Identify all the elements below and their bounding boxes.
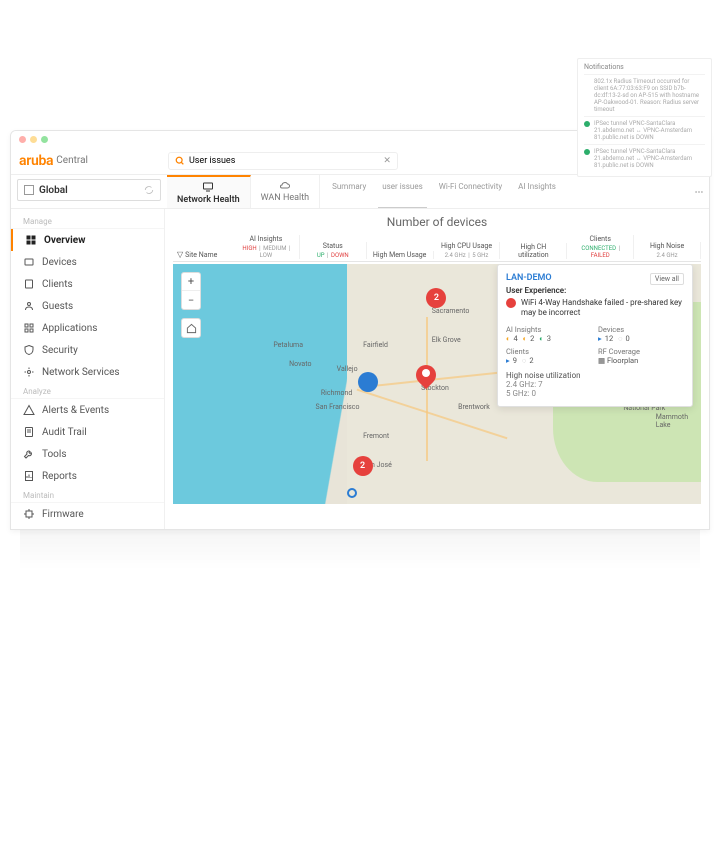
notification-item[interactable]: IPSec tunnel VPNC-SantaClara 21.abdemo.n… — [584, 144, 705, 172]
site-popup: View all LAN-DEMO User Experience: WiFi … — [497, 264, 693, 407]
network-icon — [23, 366, 35, 378]
view-all-button[interactable]: View all — [650, 273, 684, 285]
overview-icon — [25, 234, 37, 246]
sidebar-section-analyze: Analyze — [11, 383, 164, 399]
apps-icon — [23, 322, 35, 334]
sidebar: Manage Overview Devices Clients Guests A… — [11, 209, 165, 529]
map[interactable]: Sacramento Elk Grove San Francisco San J… — [173, 264, 701, 504]
zoom-in-button[interactable]: + — [182, 273, 200, 291]
popup-ux-message: WiFi 4-Way Handshake failed - pre-shared… — [521, 298, 684, 319]
col-mem[interactable]: High Mem Usage — [367, 251, 434, 259]
tools-icon — [23, 448, 35, 460]
table-header: ▽ Site Name AI InsightsHIGH | MEDIUM | L… — [173, 235, 701, 262]
notification-item[interactable]: IPSec tunnel VPNC-SantaClara 21.abdemo.n… — [584, 130, 705, 144]
cloud-icon — [279, 179, 291, 191]
sidebar-item-overview[interactable]: Overview — [11, 229, 164, 251]
tab-network-health[interactable]: Network Health — [167, 175, 251, 208]
col-status[interactable]: StatusUP | DOWN — [300, 242, 367, 259]
sidebar-item-devices[interactable]: Devices — [11, 251, 164, 273]
city-label: Richmond — [321, 389, 352, 397]
search-input-wrap[interactable]: ✕ — [168, 152, 398, 170]
audit-icon — [23, 426, 35, 438]
sidebar-item-guests[interactable]: Guests — [11, 295, 164, 317]
close-icon[interactable] — [19, 136, 26, 143]
subtab-wifi[interactable]: Wi-Fi Connectivity — [435, 180, 506, 208]
home-button[interactable] — [181, 318, 201, 338]
clients-icon — [23, 278, 35, 290]
subtab-summary[interactable]: Summary — [328, 180, 370, 208]
city-label: Fremont — [363, 432, 389, 440]
sidebar-item-network-services[interactable]: Network Services — [11, 361, 164, 383]
alert-icon — [506, 298, 516, 308]
col-clients[interactable]: ClientsCONNECTED | FAILED — [567, 235, 634, 259]
sidebar-item-firmware[interactable]: Firmware — [11, 503, 164, 525]
sidebar-item-clients[interactable]: Clients — [11, 273, 164, 295]
city-label: Elk Grove — [432, 336, 461, 344]
monitor-icon — [202, 181, 214, 193]
popup-ux-label: User Experience: — [506, 286, 684, 295]
brand-suffix: Central — [56, 155, 88, 166]
sidebar-section-maintain: Maintain — [11, 487, 164, 503]
menu-icon[interactable] — [694, 187, 704, 197]
subtab-user-issues[interactable]: user issues — [378, 180, 426, 208]
scope-selector[interactable]: Global — [17, 179, 161, 201]
alert-icon — [23, 404, 35, 416]
city-label: San Francisco — [316, 403, 360, 411]
sidebar-item-applications[interactable]: Applications — [11, 317, 164, 339]
city-label: Vallejo — [337, 365, 358, 373]
map-marker[interactable] — [358, 372, 378, 392]
tab-wan-health[interactable]: WAN Health — [251, 175, 321, 208]
city-label: Mammoth Lake — [656, 413, 696, 429]
home-icon — [186, 323, 197, 334]
sidebar-item-alerts[interactable]: Alerts & Events — [11, 399, 164, 421]
zoom-out-button[interactable]: − — [182, 291, 200, 309]
scope-label: Global — [39, 185, 68, 196]
col-cpu[interactable]: High CPU Usage2.4 GHz | 5 GHz — [434, 242, 501, 259]
sidebar-item-reports[interactable]: Reports — [11, 465, 164, 487]
clear-icon[interactable]: ✕ — [383, 156, 391, 166]
shield-icon — [23, 344, 35, 356]
col-ch[interactable]: High CH utilization — [500, 243, 567, 259]
city-label: Petaluma — [273, 341, 303, 349]
col-ai[interactable]: AI InsightsHIGH | MEDIUM | LOW — [233, 235, 300, 259]
map-pin[interactable] — [416, 365, 436, 385]
sidebar-item-tools[interactable]: Tools — [11, 443, 164, 465]
firmware-icon — [23, 508, 35, 520]
minimize-icon[interactable] — [30, 136, 37, 143]
devices-icon — [23, 256, 35, 268]
reports-icon — [23, 470, 35, 482]
maximize-icon[interactable] — [41, 136, 48, 143]
scope-icon — [24, 185, 34, 195]
sidebar-item-audit[interactable]: Audit Trail — [11, 421, 164, 443]
floorplan-link[interactable]: ▦ Floorplan — [598, 356, 684, 365]
map-marker[interactable]: 2 — [353, 456, 373, 476]
guests-icon — [23, 300, 35, 312]
city-label: Novato — [289, 360, 311, 368]
refresh-icon[interactable] — [144, 185, 154, 195]
city-label: Brentwork — [458, 403, 490, 411]
col-noise[interactable]: High Noise2.4 GHz — [634, 242, 701, 259]
brand-logo: aruba — [19, 153, 53, 169]
subtab-ai[interactable]: AI Insights — [514, 180, 560, 208]
search-input[interactable] — [189, 156, 383, 166]
chart-title: Number of devices — [173, 215, 701, 229]
zoom-controls: + − — [181, 272, 201, 310]
sidebar-item-security[interactable]: Security — [11, 339, 164, 361]
col-site[interactable]: ▽ Site Name — [173, 250, 233, 259]
city-label: Fairfield — [363, 341, 388, 349]
city-label: Sacramento — [432, 307, 470, 315]
app-window: aruba Central ✕ ? Notifications 802.1x R… — [10, 130, 710, 530]
notifications-panel: Notifications 802.1x Radius Timeout occu… — [577, 130, 710, 177]
search-icon — [175, 156, 185, 166]
sidebar-section-manage: Manage — [11, 213, 164, 229]
